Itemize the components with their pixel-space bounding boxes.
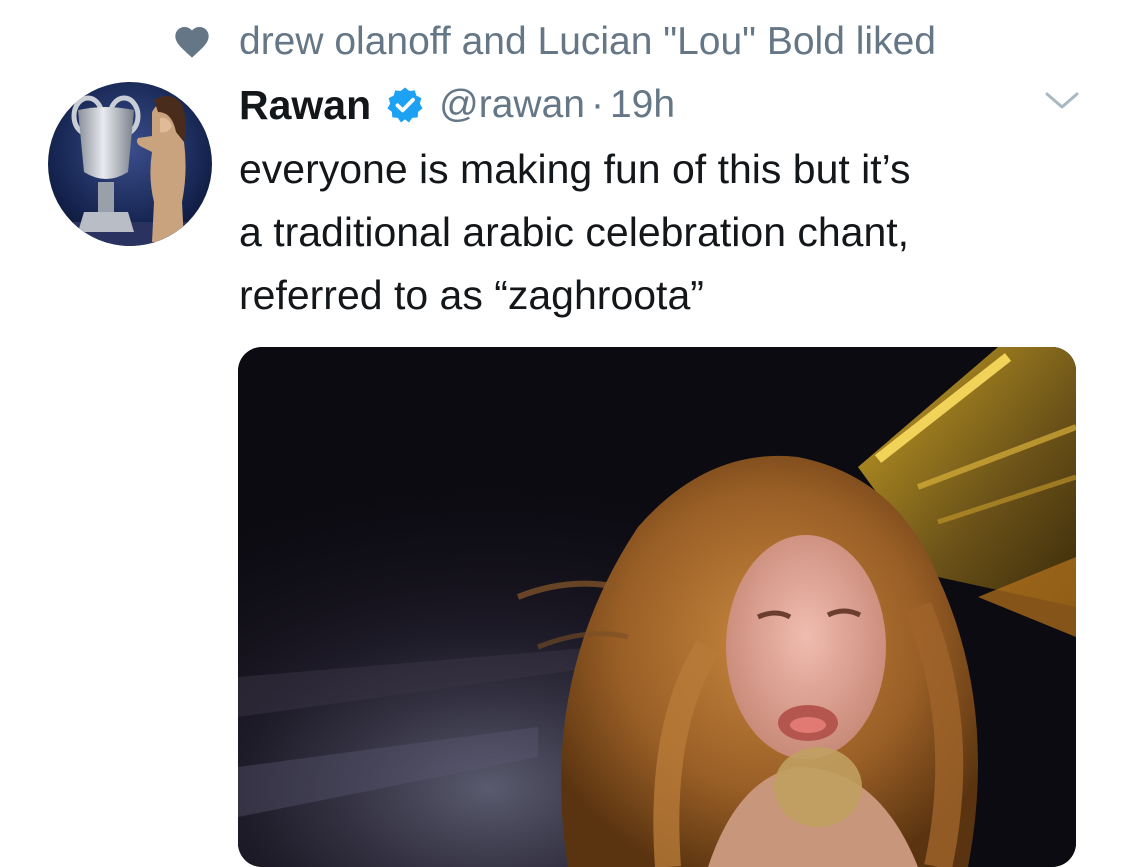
display-name[interactable]: Rawan	[239, 82, 371, 129]
tweet-text-line: referred to as “zaghroota”	[239, 272, 704, 318]
user-handle[interactable]: @rawan	[439, 83, 585, 127]
tweet-header: Rawan @rawan · 19h	[239, 78, 675, 132]
tweet-text-line: a traditional arabic celebration chant,	[239, 209, 910, 255]
heart-icon	[172, 22, 212, 62]
avatar[interactable]	[48, 82, 212, 246]
verified-badge-icon	[385, 85, 425, 125]
chevron-down-icon[interactable]	[1042, 86, 1082, 116]
tweet-text-line: everyone is making fun of this but it’s	[239, 146, 911, 192]
timestamp[interactable]: 19h	[610, 83, 675, 127]
social-context	[172, 18, 212, 66]
tweet-text: everyone is making fun of this but it’s …	[239, 138, 1099, 327]
media-image[interactable]	[238, 347, 1076, 867]
liked-by-text[interactable]: drew olanoff and Lucian "Lou" Bold liked	[239, 18, 936, 66]
separator-dot: ·	[590, 83, 604, 126]
